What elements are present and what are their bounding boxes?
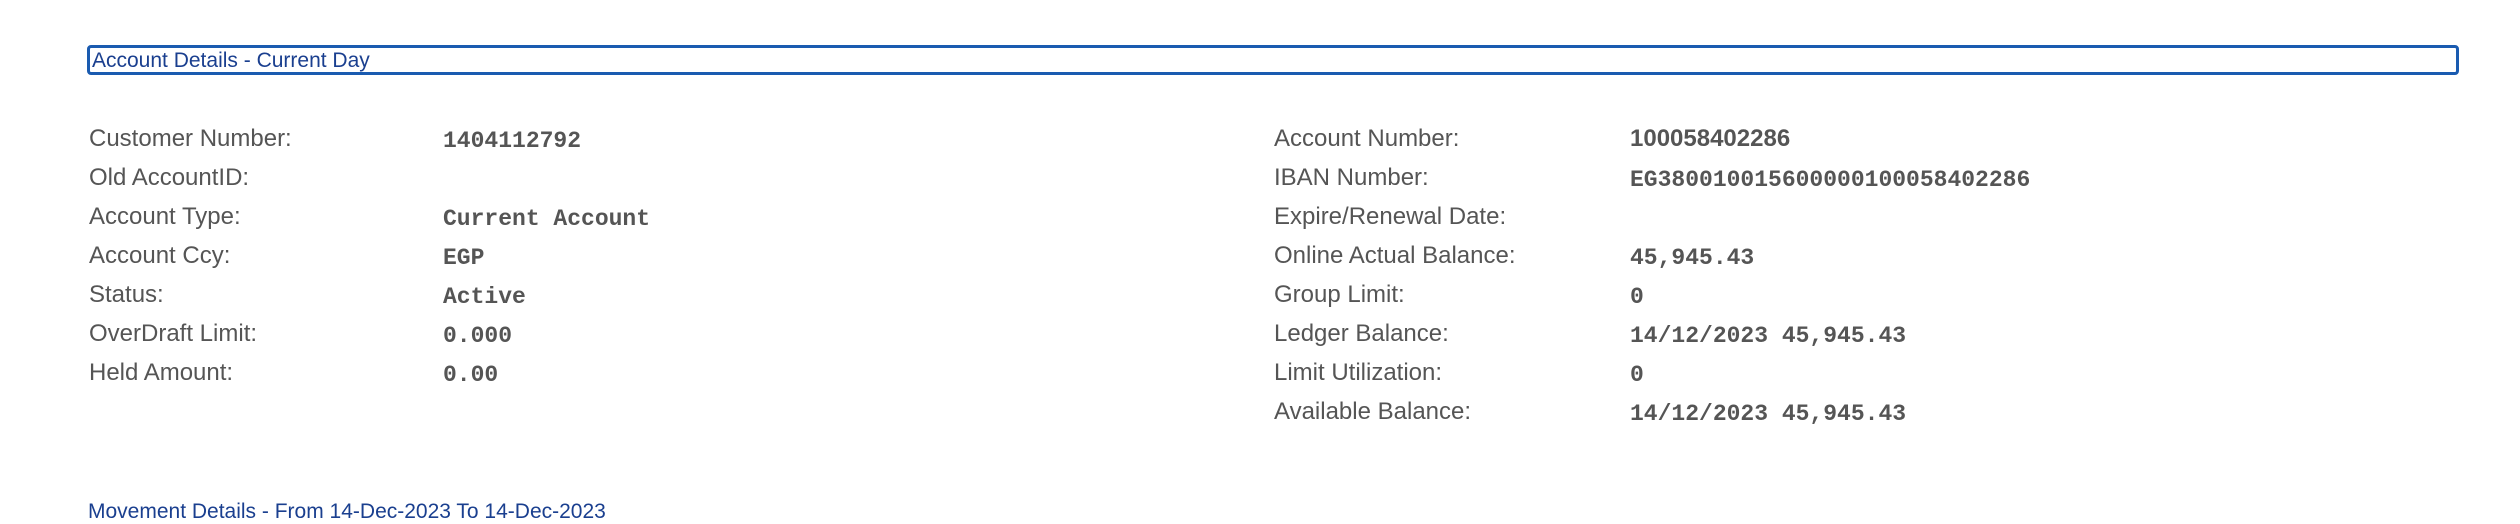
detail-value: 0 [1630, 284, 1644, 310]
detail-label: Held Amount: [89, 359, 234, 386]
detail-row-overdraft-limit: OverDraft Limit: 0.000 [89, 319, 1189, 358]
detail-row-online-actual-balance: Online Actual Balance: 45,945.43 [1274, 241, 2474, 280]
detail-row-available-balance: Available Balance: 14/12/2023 45,945.43 [1274, 397, 2474, 436]
detail-label: Available Balance: [1274, 398, 1472, 425]
detail-row-status: Status: Active [89, 280, 1189, 319]
detail-row-limit-utilization: Limit Utilization: 0 [1274, 358, 2474, 397]
section-title: Account Details - Current Day [92, 48, 370, 72]
detail-value: 0.00 [443, 362, 499, 388]
account-details-left-column: Customer Number: 1404112792 Old AccountI… [89, 124, 1189, 397]
detail-label: Group Limit: [1274, 281, 1405, 308]
detail-label: OverDraft Limit: [89, 320, 258, 347]
detail-value: 14/12/2023 45,945.43 [1630, 323, 1907, 349]
detail-label: Expire/Renewal Date: [1274, 203, 1507, 230]
detail-row-account-type: Account Type: Current Account [89, 202, 1189, 241]
detail-label: Old AccountID: [89, 164, 250, 191]
detail-label: Customer Number: [89, 125, 292, 152]
detail-label: Ledger Balance: [1274, 320, 1449, 347]
detail-value: Active [443, 284, 526, 310]
detail-row-account-ccy: Account Ccy: EGP [89, 241, 1189, 280]
detail-row-account-number: Account Number: 100058402286 [1274, 124, 2474, 163]
detail-label: Status: [89, 281, 164, 308]
detail-value: EG380010015600000100058402286 [1630, 167, 2031, 193]
detail-label: Limit Utilization: [1274, 359, 1443, 386]
detail-row-expire-renewal-date: Expire/Renewal Date: [1274, 202, 2474, 241]
detail-row-customer-number: Customer Number: 1404112792 [89, 124, 1189, 163]
detail-row-group-limit: Group Limit: 0 [1274, 280, 2474, 319]
account-details-right-column: Account Number: 100058402286 IBAN Number… [1274, 124, 2474, 436]
section-header-account-details: Account Details - Current Day [87, 45, 2459, 75]
detail-row-old-account-id: Old AccountID: [89, 163, 1189, 202]
detail-value: Current Account [443, 206, 651, 232]
movement-details-link[interactable]: Movement Details - From 14-Dec-2023 To 1… [88, 500, 606, 524]
detail-value: EGP [443, 245, 485, 271]
detail-label: Online Actual Balance: [1274, 242, 1516, 269]
detail-row-ledger-balance: Ledger Balance: 14/12/2023 45,945.43 [1274, 319, 2474, 358]
detail-label: Account Ccy: [89, 242, 231, 269]
detail-value: 0 [1630, 362, 1644, 388]
detail-label: Account Number: [1274, 125, 1460, 152]
detail-label: Account Type: [89, 203, 241, 230]
detail-value: 14/12/2023 45,945.43 [1630, 401, 1907, 427]
detail-value: 1404112792 [443, 128, 582, 154]
detail-value: 0.000 [443, 323, 513, 349]
detail-row-iban-number: IBAN Number: EG3800100156000001000584022… [1274, 163, 2474, 202]
detail-value: 100058402286 [1630, 125, 1791, 152]
detail-value: 45,945.43 [1630, 245, 1755, 271]
detail-row-held-amount: Held Amount: 0.00 [89, 358, 1189, 397]
detail-label: IBAN Number: [1274, 164, 1429, 191]
